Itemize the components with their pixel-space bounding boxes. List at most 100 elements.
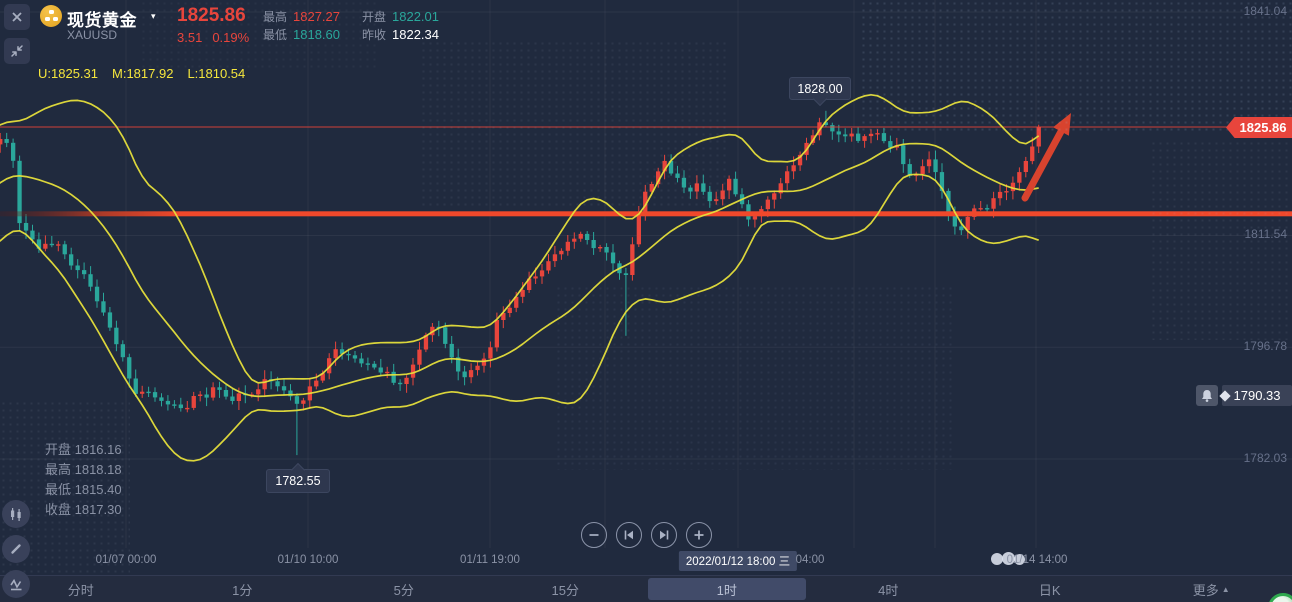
candle-body (636, 212, 641, 245)
tab-1时[interactable]: 1时 (648, 578, 806, 600)
indicator-button[interactable] (2, 570, 30, 598)
candle-body (62, 244, 67, 255)
candle-body (572, 238, 577, 242)
candle-body (191, 396, 196, 408)
candle-body (765, 199, 770, 210)
bell-icon[interactable] (1196, 385, 1218, 406)
candle-body (462, 371, 467, 378)
candle-body (888, 141, 893, 148)
candle-body (275, 381, 280, 387)
candle-body (565, 241, 570, 251)
candle-body (623, 273, 629, 275)
current-price-tag: 1825.86 (1226, 117, 1292, 138)
draw-tool-button[interactable] (2, 535, 30, 563)
candle-body (178, 404, 183, 409)
zoom-in-button[interactable] (686, 522, 712, 548)
ohlc-row: 最高 1818.18 (45, 462, 122, 477)
candle-body (385, 371, 390, 374)
candle-body (223, 390, 229, 397)
candle-body (675, 173, 680, 178)
candle-body (365, 363, 370, 365)
candle-body (88, 274, 93, 287)
candle-body (727, 178, 732, 191)
chevron-down-icon[interactable]: ▾ (151, 11, 156, 22)
candle-body (1017, 172, 1022, 183)
candle-body (604, 247, 609, 253)
candle-body (404, 377, 409, 384)
indicator-wave-icon (10, 578, 22, 591)
candle-body (552, 254, 558, 262)
zoom-out-button[interactable] (581, 522, 607, 548)
tab-4时[interactable]: 4时 (810, 578, 968, 600)
candle-body (546, 261, 551, 271)
close-button[interactable] (4, 4, 30, 30)
stat-开盘: 开盘 1822.01 (362, 9, 440, 24)
candle-body (94, 286, 100, 302)
tab-5分[interactable]: 5分 (325, 578, 483, 600)
candle-body (294, 396, 300, 404)
candle-body (836, 131, 841, 135)
candle-body (43, 243, 48, 249)
jump-end-button[interactable] (651, 522, 677, 548)
boll-middle: M:1817.92 (112, 66, 174, 81)
candle-body (333, 349, 338, 359)
price-axis-label: 1811.54 (1244, 227, 1288, 242)
candle-body (985, 208, 990, 210)
candle-body (720, 190, 725, 200)
chart-nav-buttons (581, 522, 712, 548)
candle-body (127, 357, 132, 379)
candle-body (933, 159, 938, 173)
candle-body (707, 191, 712, 202)
candle-body (198, 394, 203, 396)
candle-body (868, 133, 874, 137)
candle-body (488, 347, 493, 359)
tab-15分[interactable]: 15分 (487, 578, 645, 600)
jump-start-button[interactable] (616, 522, 642, 548)
candle-body (107, 312, 113, 328)
candle-body (849, 133, 854, 137)
chart-type-button[interactable] (2, 500, 30, 528)
candle-body (391, 371, 396, 383)
jump-start-icon (624, 530, 633, 540)
candle-body (843, 134, 848, 137)
tab-日K[interactable]: 日K (971, 578, 1129, 600)
drawn-support-line[interactable] (0, 211, 1292, 217)
candle-body (410, 364, 416, 378)
price-axis-label: 1782.03 (1243, 451, 1287, 466)
candle-body (69, 254, 74, 266)
price-alert[interactable]: 1790.33 (1196, 385, 1292, 406)
zoom-out-icon (589, 534, 599, 536)
price-change: 3.51 0.19% (177, 30, 259, 45)
candle-body (875, 133, 880, 135)
candle-body (772, 193, 777, 200)
low-marker: 1782.55 (266, 469, 330, 493)
ohlc-row: 最低 1815.40 (45, 482, 122, 497)
candle-body (230, 396, 235, 401)
symbol-code: XAUUSD (67, 28, 118, 42)
candle-body (681, 177, 687, 188)
candle-body (314, 380, 319, 387)
candle-body (630, 244, 635, 275)
candle-body (959, 226, 964, 231)
candle-body (468, 370, 474, 378)
tab-更多[interactable]: 更多 ▲ (1133, 578, 1291, 600)
high-marker: 1828.00 (789, 77, 851, 100)
price-axis-label: 1796.78 (1243, 339, 1287, 354)
tab-1分[interactable]: 1分 (164, 578, 322, 600)
candle-type-icon (11, 508, 21, 521)
candle-body (4, 139, 9, 143)
collapse-button[interactable] (4, 38, 30, 64)
candle-body (475, 365, 480, 371)
change-value: 3.51 (177, 30, 203, 45)
candle-body (23, 223, 29, 231)
time-axis-label: 01/11 19:00 (460, 554, 520, 566)
candle-body (217, 387, 222, 390)
ohlc-row: 收盘 1817.30 (45, 502, 122, 517)
candle-body (694, 183, 699, 192)
ohlc-row: 开盘 1816.16 (45, 442, 122, 457)
candle-body (920, 166, 925, 174)
chevron-up-icon: ▲ (1221, 584, 1230, 594)
candle-body (204, 394, 209, 398)
candle-body (146, 391, 151, 394)
close-icon (12, 12, 22, 22)
